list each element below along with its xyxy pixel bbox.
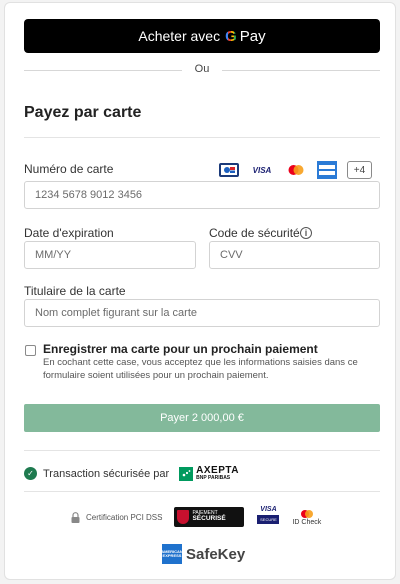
more-brands-badge: +4 xyxy=(347,161,372,179)
cb-icon xyxy=(219,163,239,177)
cardholder-input[interactable] xyxy=(24,299,380,327)
axepta-logo: AXEPTA BNP PARIBAS xyxy=(179,466,239,481)
mastercard-icon xyxy=(300,509,313,518)
pay-button[interactable]: Payer 2 000,00 € xyxy=(24,404,380,432)
card-number-input[interactable] xyxy=(24,181,380,209)
section-divider xyxy=(24,491,380,492)
section-divider xyxy=(24,137,380,138)
pci-dss-badge: Certification PCI DSS xyxy=(71,511,163,523)
form-title: Payez par carte xyxy=(24,104,142,121)
visa-secure-badge: VISA SECURE xyxy=(256,506,280,528)
amex-icon: AMERICAN EXPRESS xyxy=(161,544,183,564)
cvv-input[interactable] xyxy=(209,241,380,269)
or-divider: Ou xyxy=(24,63,380,77)
paiement-securise-badge: PAIEMENT SÉCURISÉ xyxy=(174,507,245,527)
shield-icon xyxy=(177,510,190,524)
save-card-checkbox[interactable] xyxy=(25,345,36,356)
amex-icon xyxy=(317,161,337,179)
check-circle-icon: ✓ xyxy=(24,467,37,480)
google-pay-button[interactable]: Acheter avec G Pay xyxy=(24,19,380,53)
card-brand-logos: VISA +4 xyxy=(219,160,372,180)
section-divider xyxy=(24,450,380,451)
secured-by-text: Transaction sécurisée par xyxy=(43,467,170,480)
google-g-icon: G xyxy=(225,27,237,45)
safekey-text: SafeKey xyxy=(186,545,246,563)
or-divider-text: Ou xyxy=(194,63,210,75)
mastercard-id-check-badge: ID Check xyxy=(292,509,321,526)
payment-card-container: Acheter avec G Pay Ou Payez par carte Nu… xyxy=(4,2,396,580)
save-card-label: Enregistrer ma carte pour un prochain pa… xyxy=(43,342,318,356)
secured-by-row: ✓ Transaction sécurisée par AXEPTA BNP P… xyxy=(24,466,239,481)
google-pay-word: Pay xyxy=(239,27,266,45)
cardholder-label: Titulaire de la carte xyxy=(24,284,126,298)
expiry-input[interactable] xyxy=(24,241,196,269)
axepta-sub: BNP PARIBAS xyxy=(196,475,231,481)
amex-safekey-badge: AMERICAN EXPRESS SafeKey xyxy=(161,544,246,564)
lock-icon xyxy=(71,511,80,523)
info-icon[interactable]: i xyxy=(300,227,312,239)
expiry-label: Date d'expiration xyxy=(24,226,114,240)
pci-dss-text: Certification PCI DSS xyxy=(86,512,163,522)
google-pay-label: Acheter avec xyxy=(138,28,221,44)
visa-icon: VISA xyxy=(249,163,275,177)
bnp-leaf-icon xyxy=(179,466,194,481)
mastercard-icon xyxy=(285,163,307,177)
card-number-label: Numéro de carte xyxy=(24,162,114,176)
save-card-description: En cochant cette case, vous acceptez que… xyxy=(43,357,358,381)
cvv-label: Code de sécurité xyxy=(209,226,300,240)
trust-badges: Certification PCI DSS PAIEMENT SÉCURISÉ … xyxy=(71,506,321,528)
svg-text:VISA: VISA xyxy=(253,166,272,175)
